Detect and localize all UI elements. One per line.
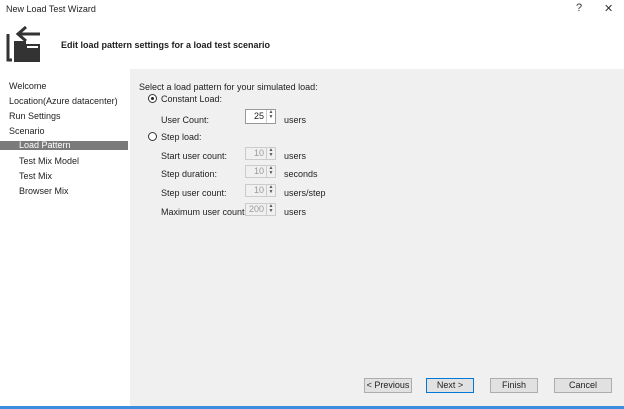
nav-item-location[interactable]: Location(Azure datacenter) [9,96,118,106]
spin-arrows-icon[interactable]: ▲ ▼ [266,110,275,123]
step-load-radio[interactable] [148,132,157,141]
user-count-label: User Count: [161,115,210,125]
max-user-count-value: 200 [248,204,264,214]
max-user-count-unit: users [284,207,307,217]
user-count-unit: users [284,115,307,125]
spin-arrows-icon: ▲ ▼ [266,185,275,196]
close-button[interactable]: ✕ [604,2,613,15]
next-button[interactable]: Next > [426,378,474,393]
nav-item-run-settings[interactable]: Run Settings [9,111,61,121]
spin-arrows-icon: ▲ ▼ [266,204,275,215]
max-user-count-label: Maximum user count: [161,207,248,217]
window-title: New Load Test Wizard [6,4,96,14]
spin-arrows-icon: ▲ ▼ [266,166,275,177]
nav-item-browser-mix[interactable]: Browser Mix [19,186,69,196]
max-user-count-stepper[interactable]: 200 ▲ ▼ [245,203,276,216]
pattern-prompt: Select a load pattern for your simulated… [139,82,318,92]
step-user-count-value: 10 [253,185,264,195]
user-count-value: 25 [253,111,264,121]
help-button[interactable]: ? [576,2,582,14]
nav-item-welcome[interactable]: Welcome [9,81,46,91]
page-heading: Edit load pattern settings for a load te… [61,40,271,50]
step-user-count-label: Step user count: [161,188,227,198]
constant-load-label: Constant Load: [161,94,223,104]
wizard-nav: Welcome Location(Azure datacenter) Run S… [0,69,128,406]
step-duration-unit: seconds [284,169,318,179]
step-user-count-unit: users/step [284,188,326,198]
nav-item-test-mix[interactable]: Test Mix [19,171,52,181]
previous-button[interactable]: < Previous [364,378,412,393]
start-user-count-value: 10 [253,148,264,158]
step-duration-value: 10 [253,166,264,176]
finish-button[interactable]: Finish [490,378,538,393]
step-duration-stepper[interactable]: 10 ▲ ▼ [245,165,276,178]
nav-item-scenario[interactable]: Scenario [9,126,45,136]
step-duration-label: Step duration: [161,169,218,179]
step-load-label: Step load: [161,132,202,142]
nav-item-load-pattern[interactable]: Load Pattern [19,141,71,150]
step-user-count-stepper[interactable]: 10 ▲ ▼ [245,184,276,197]
nav-item-test-mix-model[interactable]: Test Mix Model [19,156,79,166]
wizard-arrow-folder-icon [6,25,40,62]
cancel-button[interactable]: Cancel [554,378,612,393]
start-user-count-stepper[interactable]: 10 ▲ ▼ [245,147,276,160]
load-pattern-panel: Select a load pattern for your simulated… [130,69,624,406]
constant-load-radio[interactable] [148,94,157,103]
spin-arrows-icon: ▲ ▼ [266,148,275,159]
start-user-count-unit: users [284,151,307,161]
user-count-stepper[interactable]: 25 ▲ ▼ [245,109,276,124]
start-user-count-label: Start user count: [161,151,228,161]
